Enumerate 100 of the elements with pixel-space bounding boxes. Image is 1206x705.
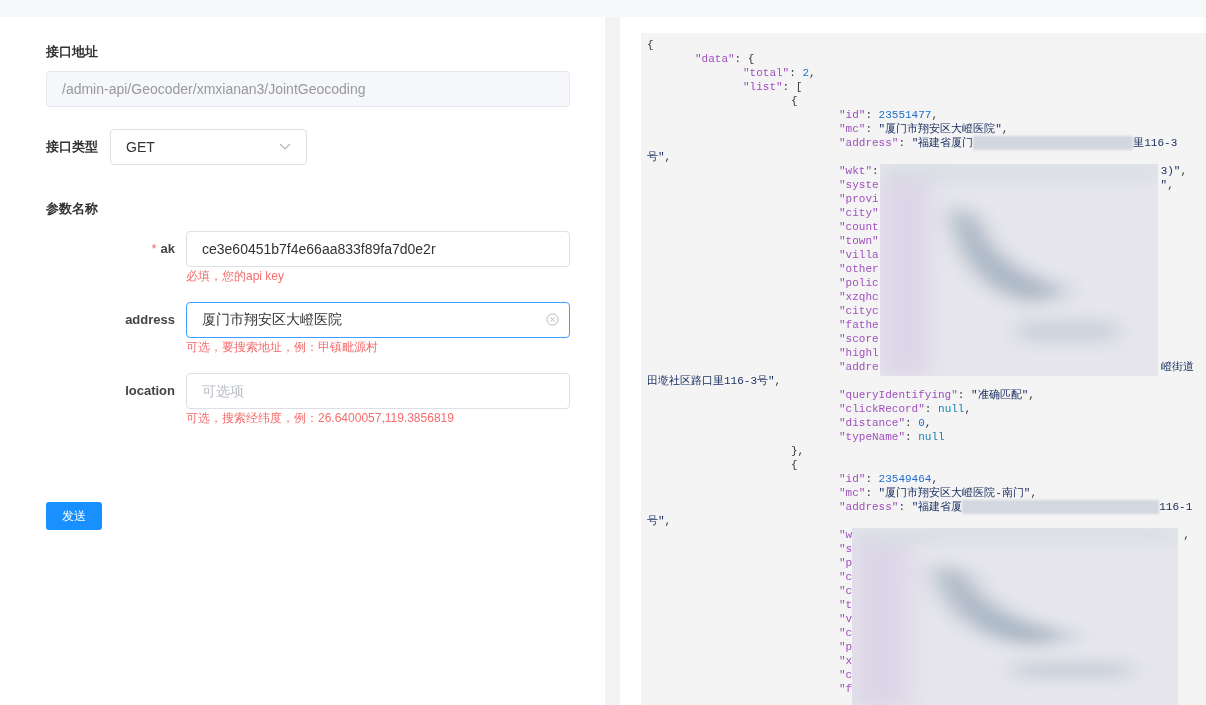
code-token: , (1167, 178, 1174, 192)
hint-text: 必填，您的api key (186, 267, 285, 284)
code-token: , (1183, 528, 1190, 542)
code-token: , (1001, 122, 1009, 136)
code-token: "t (839, 598, 853, 612)
code-token: "cityc (839, 304, 879, 318)
code-token: : (872, 164, 879, 178)
code-token: "id" (839, 108, 866, 122)
code-token: : (865, 108, 873, 122)
code-token: "p (839, 640, 853, 654)
code-token: "mc" (839, 486, 866, 500)
code-token: : (924, 402, 933, 416)
code-token: "town" (839, 234, 879, 248)
code-token: 2 (802, 66, 810, 80)
code-token: : (865, 486, 873, 500)
code-token: 23551477 (878, 108, 932, 122)
code-token: "wkt" (839, 164, 872, 178)
code-token: "mc" (839, 122, 866, 136)
code-token: 0 (918, 416, 925, 430)
code-token: , (1030, 486, 1038, 500)
code-token: "city" (839, 206, 879, 220)
code-token: "address" (839, 500, 899, 514)
code-token: : (865, 122, 873, 136)
code-token: "xzqhc (839, 290, 879, 304)
field-label: 接口地址 (46, 43, 98, 61)
code-token: "w (839, 528, 853, 542)
code-token: "id" (839, 472, 866, 486)
code-token: 3)" (1160, 164, 1181, 178)
code-token: , (664, 514, 672, 528)
code-token: { (791, 94, 798, 108)
code-token: null (938, 402, 965, 416)
code-token: : [ (782, 80, 803, 94)
section-label: 参数名称 (46, 200, 98, 218)
field-label: location (125, 381, 175, 400)
code-token: { (791, 458, 798, 472)
code-token: }, (791, 444, 805, 458)
code-token: "p (839, 556, 853, 570)
hint-text: 可选，搜索经纬度，例：26.6400057,119.3856819 (186, 409, 454, 426)
code-token: "list" (743, 80, 783, 94)
code-token: , (809, 66, 816, 80)
code-token: "villa (839, 248, 879, 262)
code-token: "c (839, 570, 853, 584)
code-token: { (647, 38, 654, 52)
code-token: , (1180, 164, 1188, 178)
text-input-field[interactable]: ce3e60451b7f4e66aa833f89fa7d0e2r (186, 230, 570, 267)
code-token: "v (839, 612, 853, 626)
code-token: 田墘社区路口里116-3号" (647, 374, 775, 388)
code-token: , (1028, 388, 1035, 402)
code-token: "准确匹配" (971, 388, 1029, 402)
code-token: "score (839, 332, 879, 346)
code-token: "polic (839, 276, 879, 290)
code-token: " (1160, 178, 1168, 192)
clear-icon[interactable] (546, 312, 559, 326)
code-token: : (865, 472, 873, 486)
hint-text: 可选，要搜索地址，例：甲镇毗源村 (186, 338, 378, 355)
code-token: 里116-3 (1133, 136, 1178, 150)
code-token: , (774, 374, 782, 388)
method-select[interactable]: GET (110, 129, 307, 165)
code-token: "福建省厦门 (911, 136, 974, 150)
code-token: 23549464 (878, 472, 932, 486)
code-token: : { (734, 52, 755, 66)
code-token: "c (839, 584, 853, 598)
code-token: "c (839, 668, 853, 682)
code-token: "other (839, 262, 879, 276)
code-token: "s (839, 542, 853, 556)
text-input-field[interactable]: 可选项 (186, 372, 570, 409)
code-token: "福建省厦 (911, 500, 963, 514)
code-token: "highl (839, 346, 879, 360)
code-token: 号" (647, 150, 665, 164)
field-label: address (125, 310, 175, 329)
code-token: , (924, 416, 932, 430)
code-token: 号" (647, 514, 665, 528)
text-input-field[interactable]: 厦门市翔安区大嶝医院 (186, 301, 570, 338)
field-label: ak (160, 239, 175, 258)
code-token: "syste (839, 178, 879, 192)
code-token: "addre (839, 360, 879, 374)
required-asterisk: * (151, 239, 157, 258)
code-token: "distance" (839, 416, 905, 430)
chevron-down-icon (279, 143, 291, 151)
code-token: , (964, 402, 972, 416)
code-token: "data" (695, 52, 735, 66)
code-token: "厦门市翔安区大嶝医院" (878, 122, 1002, 136)
code-token: "c (839, 626, 853, 640)
code-token: "厦门市翔安区大嶝医院-南门" (878, 486, 1031, 500)
code-token: : (898, 136, 907, 150)
code-token: 嶝街道 (1160, 360, 1194, 374)
code-token: "typeName" (839, 430, 905, 444)
code-token: "provi (839, 192, 879, 206)
code-token: "x (839, 654, 853, 668)
code-token: : (905, 430, 913, 444)
code-token: 116-1 (1159, 500, 1193, 514)
code-token: "count (839, 220, 879, 234)
code-token: "address" (839, 136, 899, 150)
code-token: , (931, 472, 939, 486)
code-token: : (905, 416, 913, 430)
code-token: "fathe (839, 318, 879, 332)
code-token: "queryIdentifying" (839, 388, 958, 402)
code-token: , (664, 150, 672, 164)
code-token: "total" (743, 66, 790, 80)
code-token: : (957, 388, 966, 402)
